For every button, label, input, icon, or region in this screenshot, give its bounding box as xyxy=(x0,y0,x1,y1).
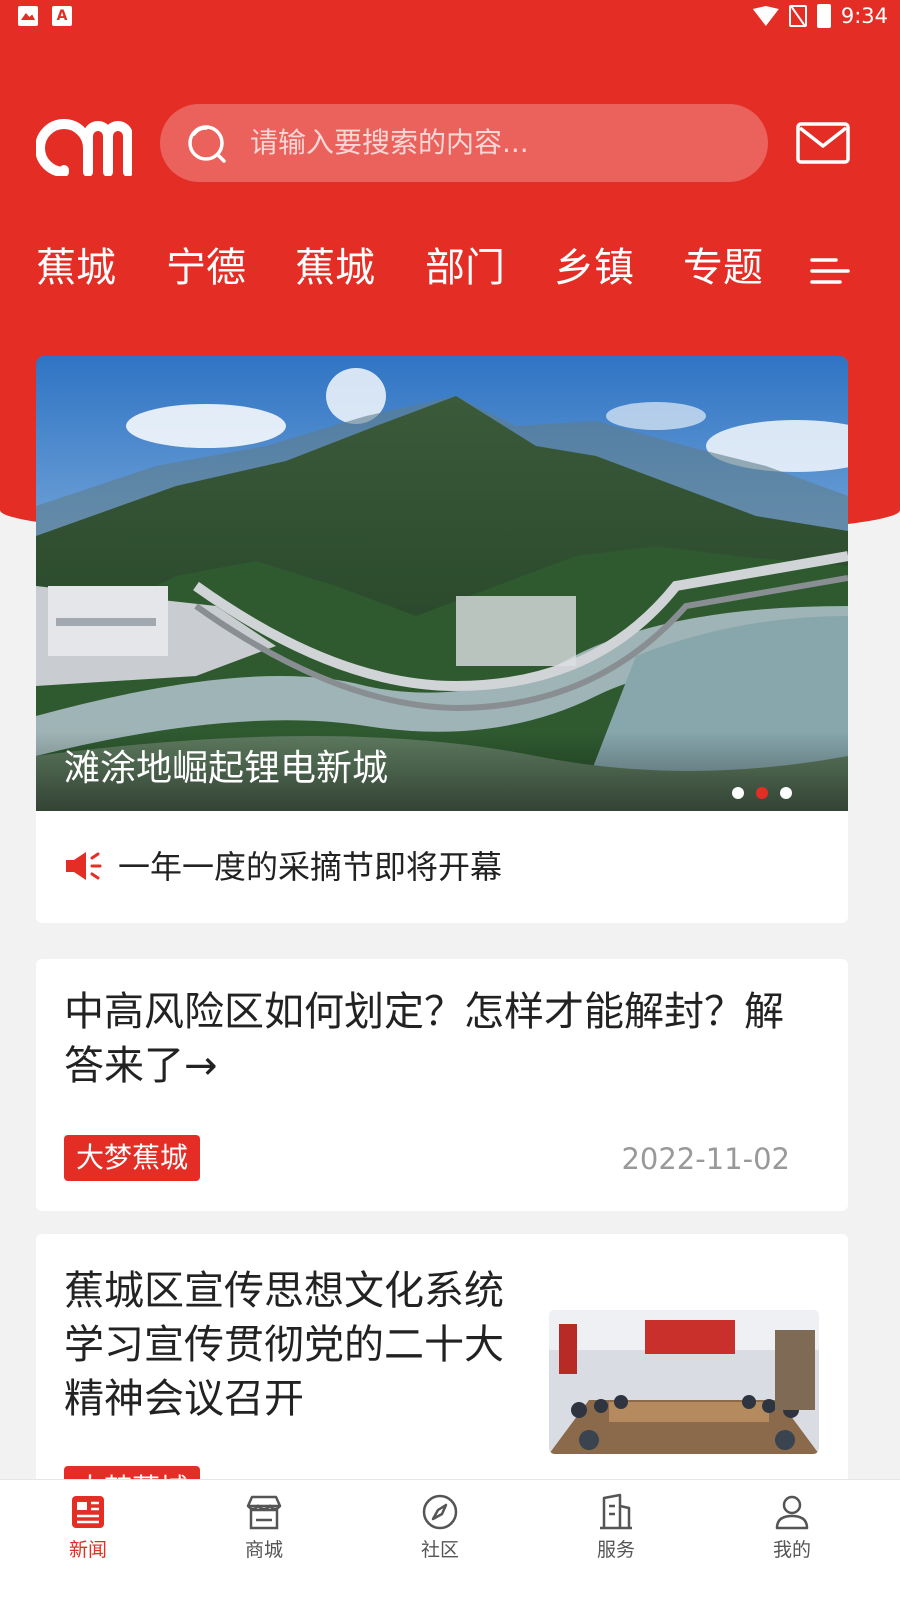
tab-label: 我的 xyxy=(772,1539,811,1561)
search-icon xyxy=(188,125,226,163)
channel-nav: 蕉城 宁德 蕉城 部门 乡镇 专题 xyxy=(36,236,866,306)
news-date: 2022-11-02 xyxy=(621,1142,790,1176)
megaphone-icon xyxy=(66,852,102,880)
status-bar: A 9:34 xyxy=(0,0,900,36)
bottom-tab-bar: 新闻 商城 社区 服务 我的 xyxy=(0,1479,900,1601)
tab-services[interactable]: 服务 xyxy=(556,1480,676,1601)
nav-item-ningde[interactable]: 宁德 xyxy=(166,236,246,300)
news-title[interactable]: 中高风险区如何划定？怎样才能解封？解答来了→ xyxy=(64,985,784,1093)
nav-item-topics[interactable]: 专题 xyxy=(683,236,763,300)
search-bar[interactable]: 请输入要搜索的内容... xyxy=(160,104,768,182)
compass-icon xyxy=(422,1494,458,1530)
battery-icon xyxy=(816,4,831,28)
carousel-dot[interactable] xyxy=(732,787,744,799)
notice-bar[interactable]: 一年一度的采摘节即将开幕 xyxy=(36,811,848,923)
gallery-notification-icon xyxy=(18,6,38,26)
mail-icon[interactable] xyxy=(796,122,850,164)
tab-shop[interactable]: 商城 xyxy=(204,1480,324,1601)
banner-carousel[interactable]: 滩涂地崛起锂电新城 xyxy=(36,356,848,811)
news-thumbnail[interactable] xyxy=(549,1310,819,1454)
search-placeholder[interactable]: 请输入要搜索的内容... xyxy=(250,124,529,162)
banner-title[interactable]: 滩涂地崛起锂电新城 xyxy=(64,747,388,791)
building-icon xyxy=(600,1493,632,1530)
menu-icon[interactable] xyxy=(810,254,850,288)
carousel-dot[interactable] xyxy=(780,787,792,799)
shop-icon xyxy=(246,1495,282,1530)
tab-label: 社区 xyxy=(420,1539,459,1561)
tab-news[interactable]: 新闻 xyxy=(28,1480,148,1601)
carousel-indicator xyxy=(732,787,792,799)
nav-item-jiaocheng-2[interactable]: 蕉城 xyxy=(295,236,375,300)
tab-label: 商城 xyxy=(244,1539,283,1561)
tab-community[interactable]: 社区 xyxy=(380,1480,500,1601)
wifi-icon xyxy=(752,6,779,26)
app-logo[interactable] xyxy=(36,112,132,176)
nav-item-jiaocheng[interactable]: 蕉城 xyxy=(36,236,116,300)
tab-label: 服务 xyxy=(596,1539,635,1561)
newspaper-icon xyxy=(72,1496,104,1528)
news-card[interactable]: 中高风险区如何划定？怎样才能解封？解答来了→ 大梦蕉城 2022-11-02 xyxy=(36,959,848,1211)
app-notification-icon: A xyxy=(52,6,72,26)
nav-item-departments[interactable]: 部门 xyxy=(425,236,505,300)
news-title[interactable]: 蕉城区宣传思想文化系统学习宣传贯彻党的二十大精神会议召开 xyxy=(64,1264,534,1426)
no-sim-icon xyxy=(788,5,807,27)
nav-item-towns[interactable]: 乡镇 xyxy=(554,236,634,300)
notice-text[interactable]: 一年一度的采摘节即将开幕 xyxy=(118,847,502,887)
user-icon xyxy=(775,1495,809,1530)
carousel-dot-active[interactable] xyxy=(756,787,768,799)
tab-label: 新闻 xyxy=(68,1539,107,1561)
source-tag: 大梦蕉城 xyxy=(64,1135,201,1181)
tab-profile[interactable]: 我的 xyxy=(732,1480,852,1601)
status-time: 9:34 xyxy=(840,4,888,28)
